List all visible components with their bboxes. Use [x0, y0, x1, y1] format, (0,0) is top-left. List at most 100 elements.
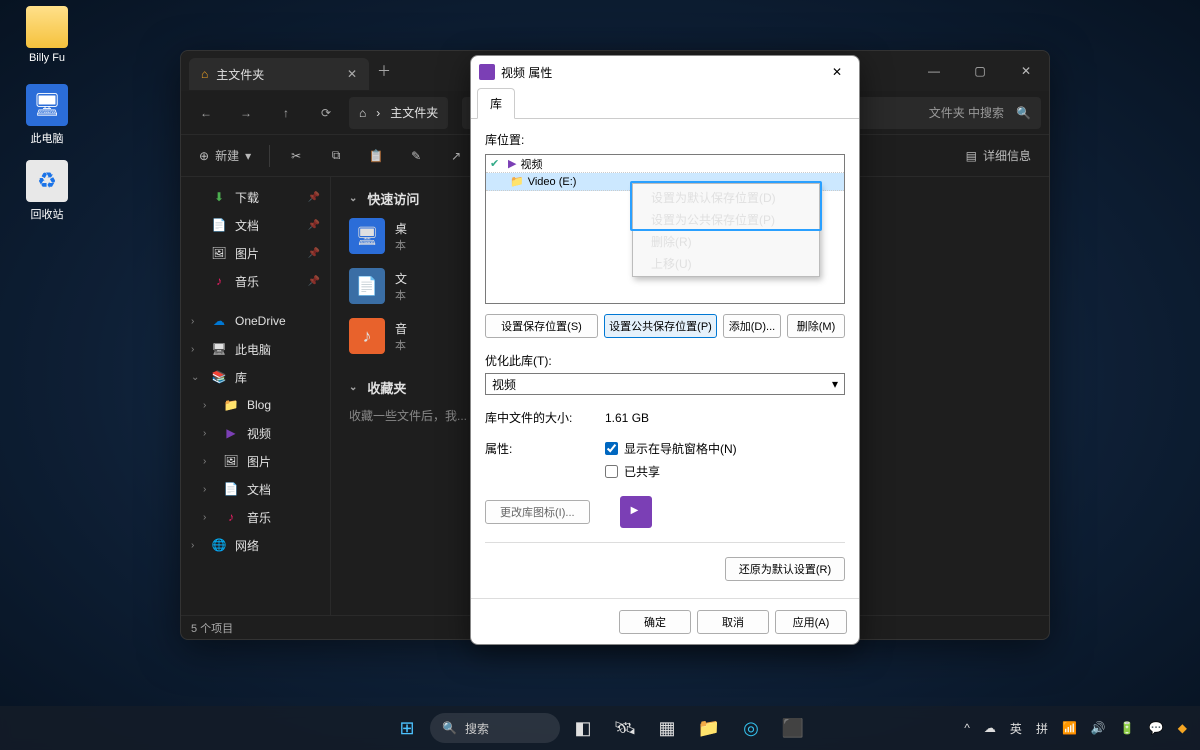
sidebar-lib-pictures[interactable]: ›🖼图片 — [185, 447, 326, 475]
chevron-right-icon: › — [376, 106, 380, 120]
video-properties-dialog: 视频 属性 ✕ 库 库位置: ✔ ▶ 视频 📁 Video (E:) 设置保存位… — [470, 55, 860, 645]
task-view-button[interactable]: ◧ — [564, 709, 602, 747]
ctx-move-up[interactable]: 上移(U) — [635, 252, 817, 274]
details-view-button[interactable]: ▤详细信息 — [956, 141, 1041, 171]
desktop-this-pc[interactable]: 🖥 此电脑 — [12, 84, 82, 146]
sidebar-lib-blog[interactable]: ›📁Blog — [185, 391, 326, 419]
tray-ime-lang[interactable]: 英 — [1007, 718, 1025, 739]
tray-chevron-up-icon[interactable]: ^ — [961, 719, 973, 737]
shared-checkbox[interactable]: 已共享 — [605, 463, 737, 480]
sidebar-documents[interactable]: 📄文档📌 — [185, 211, 326, 239]
document-icon: 📄 — [223, 482, 239, 496]
chevron-right-icon: › — [191, 316, 203, 327]
maximize-button[interactable]: ▢ — [957, 51, 1003, 91]
tray-app-icon[interactable]: ◆ — [1175, 719, 1190, 737]
dialog-tabs: 库 — [471, 88, 859, 119]
ok-button[interactable]: 确定 — [619, 610, 691, 634]
desktop-user-folder[interactable]: Billy Fu — [12, 6, 82, 64]
cancel-button[interactable]: 取消 — [697, 610, 769, 634]
pin-icon: 📌 — [308, 276, 320, 287]
copy-button[interactable]: ⧉ — [318, 141, 354, 171]
chevron-down-icon: ⌄ — [349, 193, 357, 204]
set-public-save-location-button[interactable]: 设置公共保存位置(P) — [604, 314, 717, 338]
tray-ime-mode[interactable]: 拼 — [1033, 718, 1051, 739]
rename-button[interactable]: ✎ — [398, 141, 434, 171]
start-button[interactable]: ⊞ — [388, 709, 426, 747]
new-tab-button[interactable]: ＋ — [369, 61, 399, 81]
desktop-recycle-bin[interactable]: ♻ 回收站 — [12, 160, 82, 222]
pin-icon: 📌 — [308, 220, 320, 231]
chevron-right-icon: › — [191, 540, 203, 551]
back-button[interactable]: ← — [189, 96, 223, 130]
tab-close-icon[interactable]: ✕ — [347, 67, 357, 81]
music-icon: ♪ — [211, 274, 227, 288]
sidebar-lib-documents[interactable]: ›📄文档 — [185, 475, 326, 503]
taskbar-explorer[interactable]: 📁 — [690, 709, 728, 747]
close-button[interactable]: ✕ — [1003, 51, 1049, 91]
context-menu: 设置为默认保存位置(D) 设置为公共保存位置(P) 删除(R) 上移(U) — [632, 183, 820, 277]
tray-wifi-icon[interactable]: 📶 — [1059, 719, 1080, 737]
tab-home[interactable]: ⌂ 主文件夹 ✕ — [189, 58, 369, 90]
taskbar-app-1[interactable]: 🛰 — [606, 709, 644, 747]
taskbar-app-2[interactable]: ▦ — [648, 709, 686, 747]
sidebar-libraries[interactable]: ⌄📚库 — [185, 363, 326, 391]
sidebar-downloads[interactable]: ⬇下载📌 — [185, 183, 326, 211]
taskbar-search[interactable]: 🔍搜索 — [430, 713, 560, 743]
tray-volume-icon[interactable]: 🔊 — [1088, 719, 1109, 737]
pc-icon: 🖥 — [26, 84, 68, 126]
share-button[interactable]: ↗ — [438, 141, 474, 171]
location-root[interactable]: ✔ ▶ 视频 — [486, 155, 844, 173]
paste-button[interactable]: 📋 — [358, 141, 394, 171]
refresh-button[interactable]: ⟳ — [309, 96, 343, 130]
cloud-icon: ☁ — [211, 314, 227, 328]
ctx-set-public-save[interactable]: 设置为公共保存位置(P) — [635, 208, 817, 230]
pin-icon: 📌 — [308, 248, 320, 259]
tray-cloud-icon[interactable]: ☁ — [981, 719, 999, 737]
checkmark-icon: ✔ — [490, 157, 504, 170]
taskbar-edge[interactable]: ◎ — [732, 709, 770, 747]
plus-icon: ⊕ — [199, 149, 209, 163]
new-button[interactable]: ⊕新建▾ — [189, 141, 261, 171]
chevron-down-icon: ⌄ — [191, 372, 203, 383]
up-button[interactable]: ↑ — [269, 96, 303, 130]
minimize-button[interactable]: ― — [911, 51, 957, 91]
taskbar-app-3[interactable]: ⬛ — [774, 709, 812, 747]
optimize-select[interactable]: 视频 ▾ — [485, 373, 845, 395]
tray-notification-icon[interactable]: 💬 — [1146, 719, 1167, 737]
remove-button[interactable]: 删除(M) — [787, 314, 845, 338]
music-icon: ♪ — [349, 318, 385, 354]
sidebar-lib-video[interactable]: ›▶视频 — [185, 419, 326, 447]
apply-button[interactable]: 应用(A) — [775, 610, 847, 634]
forward-button[interactable]: → — [229, 96, 263, 130]
download-icon: ⬇ — [211, 190, 227, 204]
chevron-right-icon: › — [203, 428, 215, 439]
picture-icon: 🖼 — [211, 246, 227, 260]
set-save-location-button[interactable]: 设置保存位置(S) — [485, 314, 598, 338]
restore-defaults-button[interactable]: 还原为默认设置(R) — [725, 557, 845, 581]
folder-icon — [26, 6, 68, 48]
chevron-right-icon: › — [203, 456, 215, 467]
locations-label: 库位置: — [485, 131, 845, 148]
cut-button[interactable]: ✂ — [278, 141, 314, 171]
sidebar-lib-music[interactable]: ›♪音乐 — [185, 503, 326, 531]
add-button[interactable]: 添加(D)... — [723, 314, 781, 338]
sidebar-onedrive[interactable]: ›☁OneDrive — [185, 307, 326, 335]
breadcrumb[interactable]: ⌂ › 主文件夹 — [349, 97, 448, 129]
tab-library[interactable]: 库 — [477, 88, 515, 119]
show-in-nav-checkbox[interactable]: 显示在导航窗格中(N) — [605, 440, 737, 457]
sidebar-music[interactable]: ♪音乐📌 — [185, 267, 326, 295]
search-icon: 🔍 — [442, 721, 457, 735]
attributes-label: 属性: — [485, 440, 585, 457]
sidebar-network[interactable]: ›🌐网络 — [185, 531, 326, 559]
dialog-title: 视频 属性 — [501, 64, 552, 81]
chevron-right-icon: › — [203, 484, 215, 495]
network-icon: 🌐 — [211, 538, 227, 552]
sidebar-pictures[interactable]: 🖼图片📌 — [185, 239, 326, 267]
ctx-set-default-save[interactable]: 设置为默认保存位置(D) — [635, 186, 817, 208]
home-icon: ⌂ — [201, 67, 208, 81]
sidebar-thispc[interactable]: ›🖥此电脑 — [185, 335, 326, 363]
dialog-close-button[interactable]: ✕ — [823, 58, 851, 86]
ctx-delete[interactable]: 删除(R) — [635, 230, 817, 252]
tray-battery-icon[interactable]: 🔋 — [1117, 719, 1138, 737]
change-icon-button[interactable]: 更改库图标(I)... — [485, 500, 590, 524]
